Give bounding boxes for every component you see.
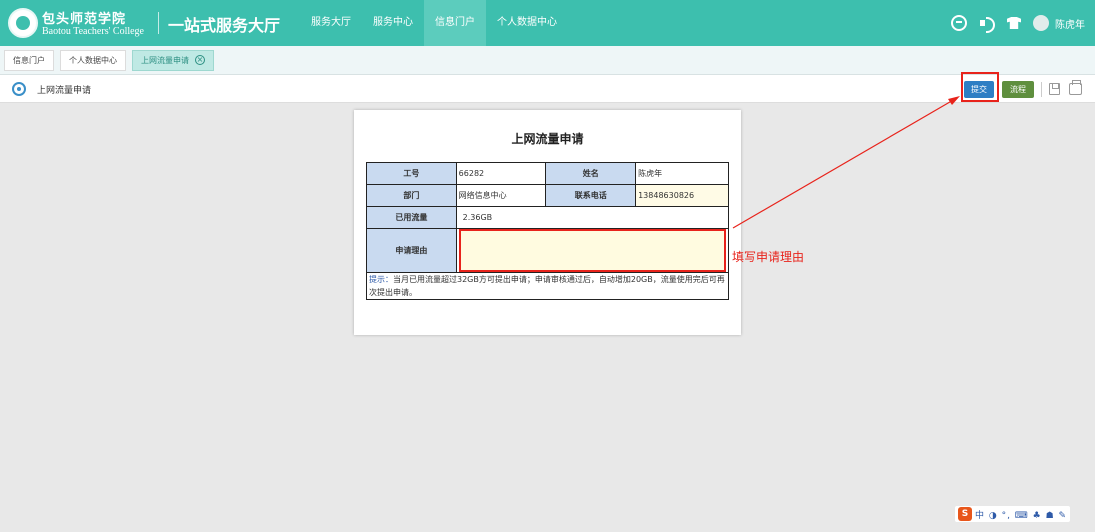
tab-info-portal[interactable]: 信息门户 xyxy=(4,50,54,71)
tab-label: 信息门户 xyxy=(13,56,45,65)
reason-cell xyxy=(455,228,730,273)
top-header: 包头师范学院 Baotou Teachers' College 一站式服务大厅 … xyxy=(0,0,1095,46)
staff-id-label: 工号 xyxy=(366,162,457,185)
nav-service-hall[interactable]: 服务大厅 xyxy=(300,0,362,46)
nav-info-portal[interactable]: 信息门户 xyxy=(424,0,486,46)
avatar[interactable] xyxy=(1033,15,1049,31)
logo-cn-text: 包头师范学院 xyxy=(42,12,127,27)
name-value: 陈虎年 xyxy=(635,162,729,185)
toolbar-divider xyxy=(1041,82,1042,97)
form-title: 上网流量申请 xyxy=(511,132,584,146)
tip-label: 提示： xyxy=(369,275,393,284)
phone-label: 联系电话 xyxy=(545,184,637,207)
table-row: 已用流量 2.36GB xyxy=(366,206,730,229)
save-icon[interactable] xyxy=(1049,83,1060,95)
dept-value: 网络信息中心 xyxy=(455,184,547,207)
tab-bar: 信息门户 个人数据中心 上网流量申请 × xyxy=(0,46,1095,75)
name-label: 姓名 xyxy=(545,162,637,185)
tab-traffic-apply[interactable]: 上网流量申请 × xyxy=(132,50,214,71)
dept-label: 部门 xyxy=(366,184,457,207)
header-icons: 陈虎年 xyxy=(951,0,1095,46)
reason-input[interactable] xyxy=(458,229,726,272)
ime-tray-icons[interactable]: 中 ◑ °, ⌨ ♣ ☗ ✎ xyxy=(975,508,1067,521)
submit-highlight-box xyxy=(961,72,999,102)
tip-text: 当月已用流量超过32GB方可提出申请；申请审核通过后，自动增加20GB，流量使用… xyxy=(369,275,725,297)
application-form: 工号 66282 姓名 陈虎年 部门 网络信息中心 联系电话 138486308… xyxy=(366,162,730,300)
table-row: 提示：当月已用流量超过32GB方可提出申请；申请审核通过后，自动增加20GB，流… xyxy=(366,272,729,300)
reason-label: 申请理由 xyxy=(366,228,457,273)
app-title: 一站式服务大厅 xyxy=(168,16,281,35)
phone-field[interactable]: 13848630826 xyxy=(635,184,729,207)
tab-label: 上网流量申请 xyxy=(141,56,189,65)
table-row: 申请理由 xyxy=(366,228,730,273)
close-icon[interactable]: × xyxy=(195,54,205,65)
ime-toolbar[interactable]: S 中 ◑ °, ⌨ ♣ ☗ ✎ xyxy=(955,506,1071,522)
print-icon[interactable] xyxy=(1069,80,1082,95)
shirt-icon[interactable] xyxy=(1007,17,1021,29)
toolbar: 上网流量申请 提交 流程 xyxy=(0,75,1095,103)
form-card: 上网流量申请 工号 66282 姓名 陈虎年 部门 网络信息中心 联系电话 13… xyxy=(354,110,741,335)
sogou-icon[interactable]: S xyxy=(958,507,972,521)
wifi-icon xyxy=(12,82,26,96)
nav-personal-data[interactable]: 个人数据中心 xyxy=(486,0,568,46)
annotation-text: 填写申请理由 xyxy=(732,250,805,264)
nav-service-center[interactable]: 服务中心 xyxy=(362,0,424,46)
main-nav: 服务大厅 服务中心 信息门户 个人数据中心 xyxy=(300,0,568,46)
sound-icon[interactable] xyxy=(979,15,995,33)
flow-button[interactable]: 流程 xyxy=(1002,81,1034,98)
tip-cell: 提示：当月已用流量超过32GB方可提出申请；申请审核通过后，自动增加20GB，流… xyxy=(366,272,729,300)
used-traffic-value: 2.36GB xyxy=(455,206,730,229)
tab-label: 个人数据中心 xyxy=(69,56,117,65)
page-title: 上网流量申请 xyxy=(37,86,92,96)
logo-divider xyxy=(158,12,159,34)
tab-personal-data[interactable]: 个人数据中心 xyxy=(60,50,126,71)
college-logo-icon xyxy=(8,8,38,38)
chat-icon[interactable] xyxy=(951,15,967,31)
used-traffic-label: 已用流量 xyxy=(366,206,457,229)
table-row: 部门 网络信息中心 联系电话 13848630826 xyxy=(366,184,729,207)
username[interactable]: 陈虎年 xyxy=(1055,16,1085,31)
table-row: 工号 66282 姓名 陈虎年 xyxy=(366,162,729,185)
logo-en-text: Baotou Teachers' College xyxy=(42,26,144,37)
staff-id-value: 66282 xyxy=(455,162,547,185)
